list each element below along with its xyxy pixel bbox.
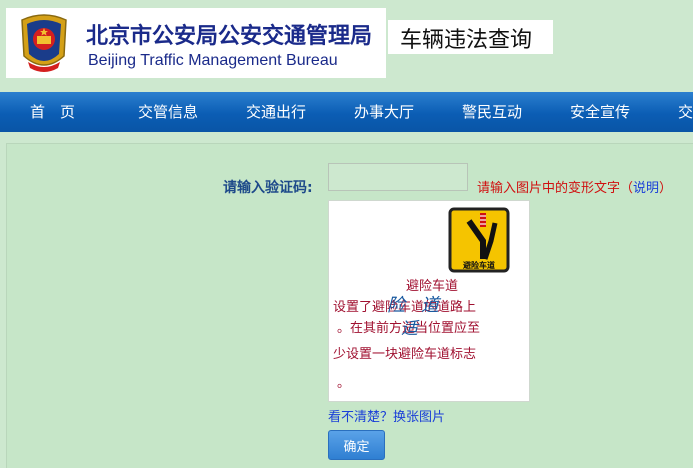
sign-icon: 避险车道 xyxy=(448,207,510,273)
captcha-input[interactable] xyxy=(328,163,468,191)
captcha-distort-1: 险 xyxy=(387,295,407,316)
query-panel: 请输入验证码: 请输入图片中的变形文字（说明） 避险车道 避险车道 设置了避险车… xyxy=(6,143,693,468)
captcha-line-5: 。 xyxy=(337,376,350,391)
org-name-en: Beijing Traffic Management Bureau xyxy=(88,52,338,69)
logo-banner: 北京市公安局公安交通管理局 Beijing Traffic Management… xyxy=(6,8,386,78)
page-heading-box: 车辆违法查询 xyxy=(388,20,553,54)
refresh-captcha-link[interactable]: 看不清楚？换张图片 xyxy=(328,406,445,425)
site-header: 北京市公安局公安交通管理局 Beijing Traffic Management… xyxy=(0,0,693,90)
nav-item-safety[interactable]: 安全宣传 xyxy=(570,92,630,132)
main-nav: 首 页 交管信息 交通出行 办事大厅 警民互动 安全宣传 交 xyxy=(0,92,693,132)
hint-paren-close: ） xyxy=(659,181,673,196)
org-name-cn: 北京市公安局公安交通管理局 xyxy=(86,24,373,49)
captcha-image: 避险车道 避险车道 设置了避险车道的道路上 险 道 。在其前方适当位置应至 适 … xyxy=(328,200,530,402)
captcha-label: 请输入验证码: xyxy=(223,180,313,196)
captcha-hint: 请输入图片中的变形文字（说明） xyxy=(477,177,672,196)
page-title: 车辆违法查询 xyxy=(400,28,533,53)
nav-item-home[interactable]: 首 页 xyxy=(30,92,75,132)
hint-paren-open: （ xyxy=(620,181,634,196)
nav-item-travel[interactable]: 交通出行 xyxy=(246,92,306,132)
captcha-line-4: 少设置一块避险车道标志 xyxy=(333,346,476,362)
sign-text: 避险车道 xyxy=(463,260,495,270)
nav-item-truncated[interactable]: 交 xyxy=(678,92,693,132)
captcha-line-1: 避险车道 xyxy=(406,278,458,294)
police-emblem-icon xyxy=(21,14,67,72)
nav-item-interaction[interactable]: 警民互动 xyxy=(462,92,522,132)
captcha-distort-2: 道 xyxy=(421,295,442,316)
captcha-distort-3: 适 xyxy=(401,319,420,339)
hint-explain-link[interactable]: 说明 xyxy=(633,181,659,196)
captcha-hint-text: 请输入图片中的变形文字 xyxy=(477,181,621,196)
confirm-button[interactable]: 确定 xyxy=(328,430,385,460)
nav-item-service-hall[interactable]: 办事大厅 xyxy=(354,92,414,132)
nav-item-traffic-info[interactable]: 交管信息 xyxy=(138,92,198,132)
